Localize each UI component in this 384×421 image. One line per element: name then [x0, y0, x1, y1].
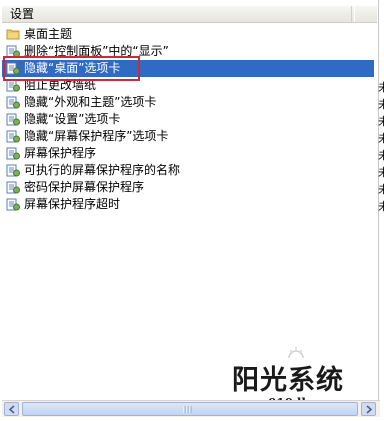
policy-setting-icon	[6, 96, 20, 109]
state-cell: 未	[378, 183, 384, 196]
list-item-screensaver[interactable]: 屏幕保护程序	[2, 145, 374, 162]
state-cell: 未	[378, 98, 384, 111]
policy-setting-icon	[6, 181, 20, 194]
state-cell: 未	[378, 149, 384, 162]
list-item-hide-settings-tab[interactable]: 隐藏“设置”选项卡	[2, 111, 374, 128]
scroll-left-button[interactable]	[4, 402, 19, 416]
list-item-label: 屏幕保护程序超时	[24, 197, 121, 211]
list-item-label: 隐藏“外观和主题”选项卡	[24, 95, 157, 109]
watermark: 阳光系统 www.010dh.com	[232, 347, 344, 410]
policy-setting-icon	[6, 113, 20, 126]
state-cell: 未	[378, 115, 384, 128]
state-cell: 未	[378, 166, 384, 179]
list-item-screensaver-timeout[interactable]: 屏幕保护程序超时	[2, 196, 374, 213]
policy-setting-icon	[6, 164, 20, 177]
list-item-label: 可执行的屏幕保护程序的名称	[24, 163, 181, 177]
arrow-right-icon	[366, 405, 373, 414]
grip-icon	[183, 406, 192, 413]
list-item-label: 隐藏“设置”选项卡	[24, 112, 121, 126]
policy-settings-window: 设置 桌面主题 删除“控制面板”中的“显示” 隐藏“桌面”选项卡 阻止更改墙纸 …	[0, 0, 384, 421]
column-header-state[interactable]	[354, 6, 378, 22]
policy-setting-icon	[6, 130, 20, 143]
state-cell: 未	[378, 81, 384, 94]
scroll-thumb[interactable]	[22, 402, 358, 416]
highlight-annotation-box	[3, 56, 140, 81]
policy-setting-icon	[6, 147, 20, 160]
list-item-hide-appearance-tab[interactable]: 隐藏“外观和主题”选项卡	[2, 94, 374, 111]
sun-logo-icon	[288, 347, 304, 359]
list-item-desktop-themes[interactable]: 桌面主题	[2, 26, 374, 43]
column-header-settings[interactable]: 设置	[2, 6, 352, 22]
horizontal-scrollbar[interactable]	[2, 400, 380, 417]
list-item-label: 屏幕保护程序	[24, 146, 97, 160]
settings-list: 桌面主题 删除“控制面板”中的“显示” 隐藏“桌面”选项卡 阻止更改墙纸 隐藏“…	[2, 26, 374, 396]
state-cell: 未	[378, 132, 384, 145]
column-header-label: 设置	[10, 7, 35, 21]
watermark-title: 阳光系统	[232, 365, 344, 396]
arrow-left-icon	[8, 405, 15, 414]
list-item-label: 桌面主题	[24, 27, 73, 41]
scroll-right-button[interactable]	[361, 402, 376, 416]
policy-setting-icon	[6, 198, 20, 211]
list-item-password-protect[interactable]: 密码保护屏幕保护程序	[2, 179, 374, 196]
list-item-hide-screensaver-tab[interactable]: 隐藏“屏幕保护程序”选项卡	[2, 128, 374, 145]
list-header: 设置	[2, 6, 377, 23]
state-cell: 未	[378, 200, 384, 213]
folder-icon	[6, 29, 20, 40]
list-item-screensaver-executable[interactable]: 可执行的屏幕保护程序的名称	[2, 162, 374, 179]
list-item-label: 隐藏“屏幕保护程序”选项卡	[24, 129, 169, 143]
list-item-label: 密码保护屏幕保护程序	[24, 180, 145, 194]
